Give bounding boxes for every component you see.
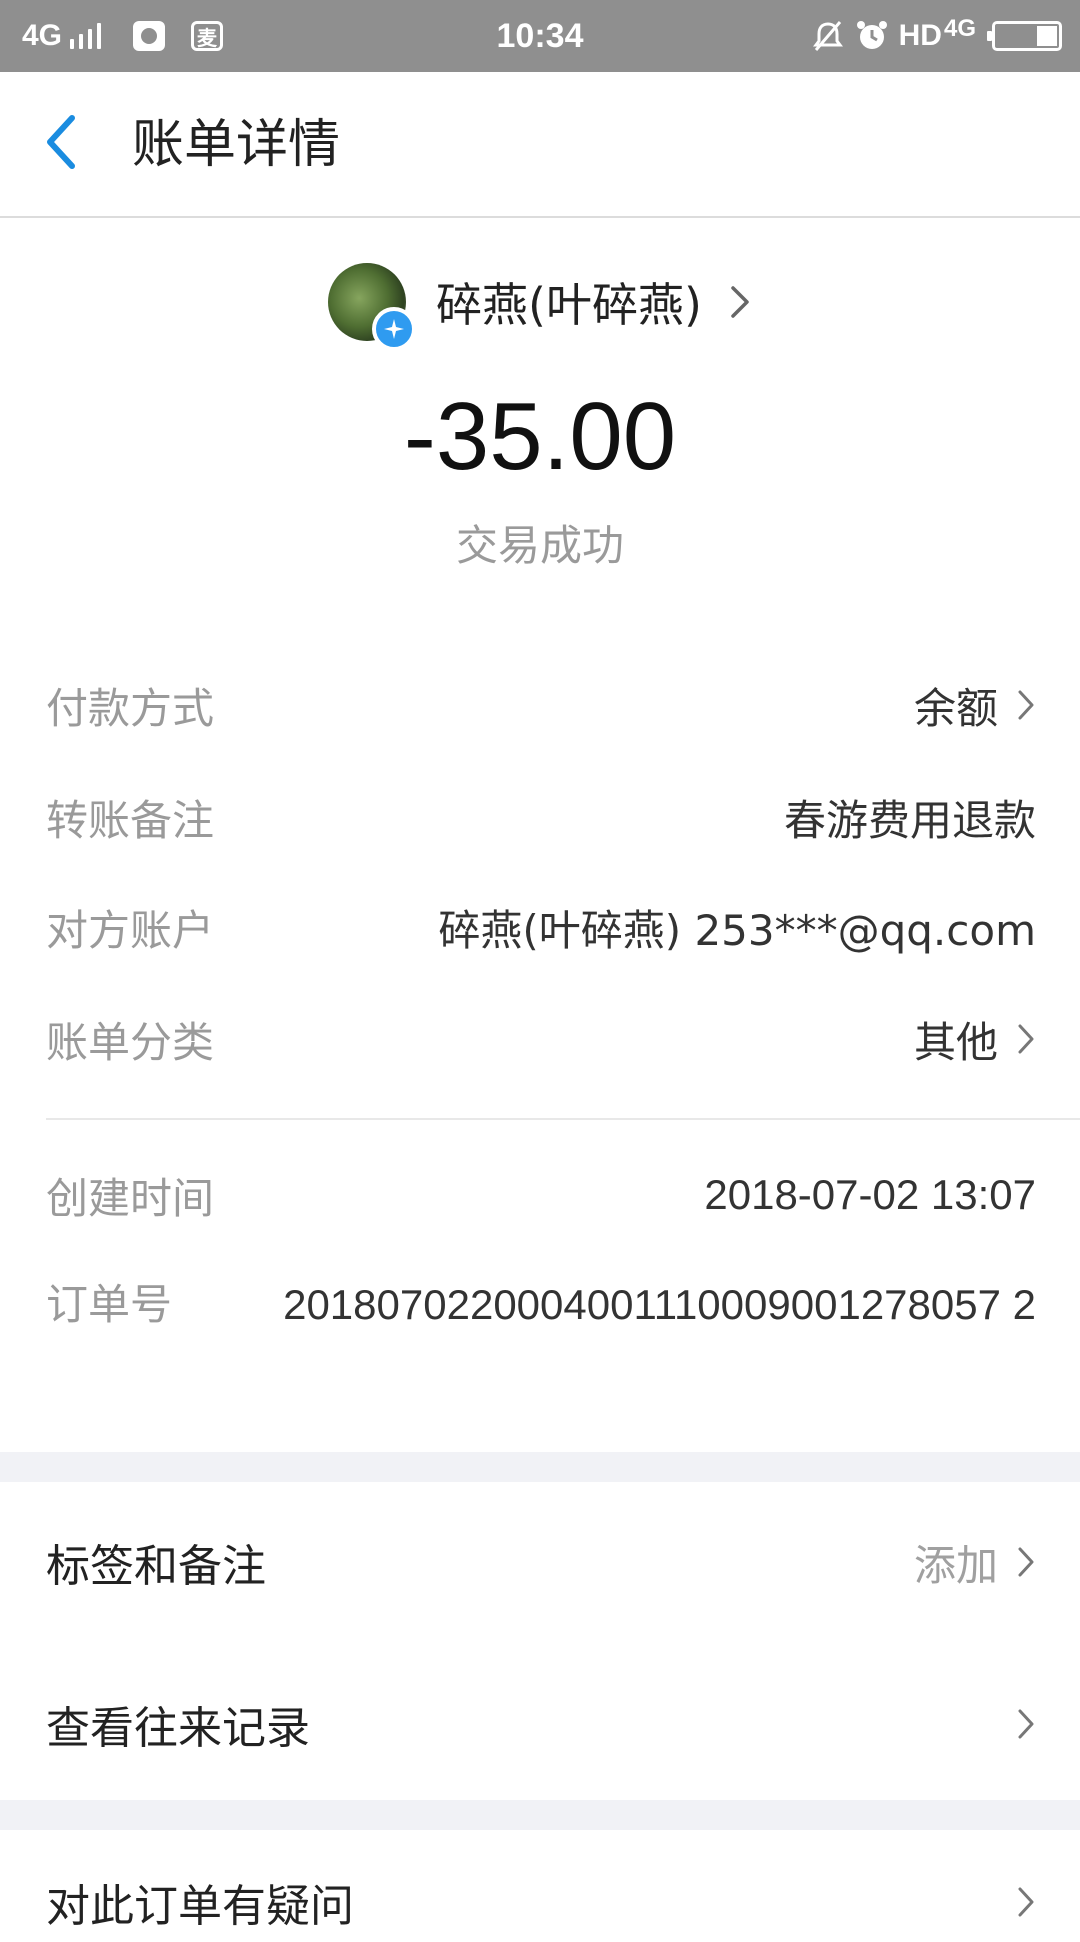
divider: [46, 1118, 1080, 1120]
payment-method-row[interactable]: 付款方式 余额: [46, 670, 1036, 740]
order-number-value: 2018070220004001110009001278057 2: [283, 1281, 1036, 1328]
transaction-amount: -35.00: [403, 383, 677, 490]
tags-notes-row[interactable]: 标签和备注 添加: [46, 1522, 1036, 1602]
bill-category-value: 其他: [913, 1017, 998, 1067]
chevron-right-icon: [1018, 690, 1034, 720]
bill-category-label: 账单分类: [46, 1017, 215, 1067]
view-history-label: 查看往来记录: [46, 1703, 310, 1754]
battery-icon: [987, 21, 1062, 51]
section-gap: [0, 1800, 1080, 1830]
payment-method-value: 余额: [913, 683, 998, 733]
mute-bell-icon: [812, 21, 843, 51]
chevron-right-icon: [1018, 1547, 1034, 1577]
back-arrow-icon: [47, 115, 75, 169]
alarm-icon: [856, 21, 887, 49]
back-button[interactable]: [40, 112, 100, 178]
chevron-right-icon: [1018, 1709, 1034, 1739]
header: 账单详情: [0, 72, 1080, 218]
payment-method-label: 付款方式: [46, 683, 215, 733]
order-dispute-row[interactable]: 对此订单有疑问: [46, 1862, 1036, 1942]
verified-badge-icon: [372, 307, 417, 351]
bill-category-row[interactable]: 账单分类 其他: [46, 1004, 1036, 1074]
chevron-right-icon: [1018, 1024, 1034, 1054]
chevron-right-icon: [1018, 1887, 1034, 1917]
counterparty-account-label: 对方账户: [46, 905, 215, 955]
chevron-right-icon: [731, 286, 749, 318]
page-title: 账单详情: [132, 115, 341, 175]
payee-name: 碎燕(叶碎燕): [436, 278, 702, 332]
transfer-note-value: 春游费用退款: [783, 795, 1036, 845]
created-time-value: 2018-07-02 13:07: [704, 1171, 1036, 1218]
transfer-note-label: 转账备注: [46, 795, 215, 845]
counterparty-account-value: 碎燕(叶碎燕) 253***@qq.com: [438, 905, 1036, 955]
created-time-label: 创建时间: [46, 1173, 215, 1223]
payee-link[interactable]: 碎燕(叶碎燕): [0, 258, 1080, 351]
view-history-row[interactable]: 查看往来记录: [46, 1684, 1036, 1764]
transaction-status: 交易成功: [455, 521, 624, 570]
avatar: [328, 263, 417, 351]
order-dispute-label: 对此订单有疑问: [46, 1881, 354, 1932]
created-time-row: 创建时间 2018-07-02 13:07: [46, 1160, 1036, 1230]
status-bar: 4G 麦 10:34 HD 4G: [0, 0, 1080, 72]
counterparty-account-row: 对方账户 碎燕(叶碎燕) 253***@qq.com: [46, 892, 1036, 962]
order-number-label: 订单号: [46, 1280, 173, 1329]
tags-add-link: 添加: [913, 1540, 998, 1590]
hd-indicator: HD: [898, 19, 942, 52]
transfer-note-row: 转账备注 春游费用退款: [46, 782, 1036, 852]
network-type-right: 4G: [943, 15, 976, 42]
section-gap: [0, 1452, 1080, 1482]
tags-notes-label: 标签和备注: [46, 1541, 266, 1592]
